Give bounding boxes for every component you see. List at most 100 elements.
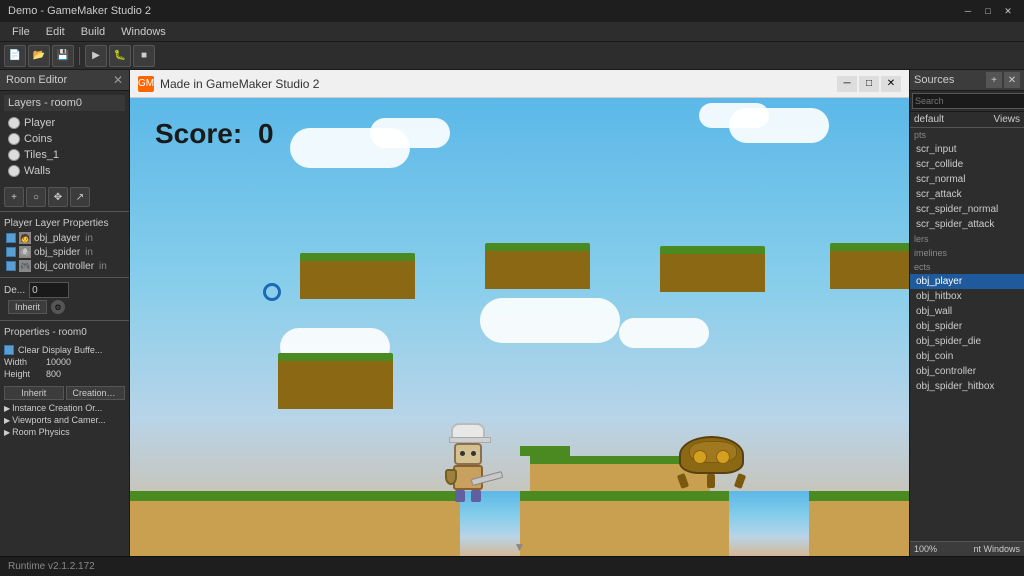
player-character	[440, 423, 495, 488]
resource-obj-spider-hitbox[interactable]: obj_spider_hitbox	[910, 379, 1024, 394]
game-title-text: Made in GameMaker Studio 2	[160, 77, 831, 91]
layer-player[interactable]: Player	[4, 115, 125, 131]
plp-obj-player[interactable]: 🧑 obj_player in	[4, 231, 125, 245]
layer-tool-circle[interactable]: ○	[26, 187, 46, 207]
left-panel: Room Editor ✕ Layers - room0 Player Coin…	[0, 70, 130, 556]
cloud-4	[699, 103, 769, 128]
layer-tools: + ○ ✥ ↗	[0, 183, 129, 211]
views-label: Views	[994, 114, 1021, 125]
resource-scr-spider-attack[interactable]: scr_spider_attack	[910, 217, 1024, 232]
layer-coins[interactable]: Coins	[4, 131, 125, 147]
cloud-2	[370, 118, 450, 148]
platform-5-body	[278, 361, 393, 409]
clear-display-cb[interactable]	[4, 345, 14, 355]
resource-scr-attack[interactable]: scr_attack	[910, 187, 1024, 202]
objects-label: ects	[910, 260, 1024, 274]
inherit-bottom-button[interactable]: Inherit	[4, 386, 64, 400]
resource-obj-player[interactable]: obj_player	[910, 274, 1024, 289]
game-minimize-button[interactable]: ─	[837, 76, 857, 92]
cloud-6	[619, 318, 709, 348]
score-label: Score:	[155, 118, 242, 149]
resource-obj-spider-die[interactable]: obj_spider_die	[910, 334, 1024, 349]
game-maximize-button[interactable]: □	[859, 76, 879, 92]
platform-1-body	[300, 261, 415, 299]
toolbar-new[interactable]: 📄	[4, 45, 26, 67]
player-leg-right	[471, 490, 481, 502]
clear-display-row: Clear Display Buffe...	[4, 344, 125, 356]
platform-1	[300, 253, 415, 299]
plp-cb-spider[interactable]	[6, 247, 16, 257]
toolbar-open[interactable]: 📂	[28, 45, 50, 67]
inherit-row: Inherit ⚙	[4, 298, 125, 316]
game-close-button[interactable]: ✕	[881, 76, 901, 92]
platform-3	[660, 246, 765, 292]
plp-obj-controller[interactable]: 🎮 obj_controller in	[4, 259, 125, 273]
depth-input[interactable]	[29, 282, 69, 298]
toolbar-stop[interactable]: ■	[133, 45, 155, 67]
platform-4-top	[830, 243, 909, 251]
layer-tool-move[interactable]: ✥	[48, 187, 68, 207]
resources-add-button[interactable]: +	[986, 72, 1002, 88]
height-row: Height 800	[4, 368, 125, 380]
layer-tool-arrow[interactable]: ↗	[70, 187, 90, 207]
resources-close-button[interactable]: ✕	[1004, 72, 1020, 88]
game-scroll-arrow[interactable]: ▼	[514, 540, 526, 554]
inherit-button[interactable]: Inherit	[8, 300, 47, 314]
menu-build[interactable]: Build	[73, 22, 113, 41]
layers-title: Layers - room0	[4, 95, 125, 111]
layer-dot-tiles	[8, 149, 20, 161]
menu-windows[interactable]: Windows	[113, 22, 174, 41]
toolbar-run[interactable]: ▶	[85, 45, 107, 67]
layer-dot-coins	[8, 133, 20, 145]
player-shield	[445, 469, 457, 485]
zoom-level: 100%	[914, 544, 937, 554]
expand-arrow-instance: ▶	[4, 404, 10, 413]
room-physics-item[interactable]: ▶ Room Physics	[0, 426, 129, 438]
close-button[interactable]: ✕	[1000, 3, 1016, 19]
layer-tool-add[interactable]: +	[4, 187, 24, 207]
enemy-legs	[669, 474, 754, 488]
app-title: Demo - GameMaker Studio 2	[8, 5, 151, 17]
resources-search-input[interactable]	[912, 93, 1024, 109]
creation-button[interactable]: Creation C...	[66, 386, 126, 400]
layer-player-label: Player	[24, 117, 55, 129]
resource-scr-spider-normal[interactable]: scr_spider_normal	[910, 202, 1024, 217]
resource-obj-hitbox[interactable]: obj_hitbox	[910, 289, 1024, 304]
game-window: GM Made in GameMaker Studio 2 ─ □ ✕	[130, 70, 909, 556]
plp-spider-name: obj_spider	[34, 247, 80, 258]
toolbar-save[interactable]: 💾	[52, 45, 74, 67]
resource-obj-spider[interactable]: obj_spider	[910, 319, 1024, 334]
properties-title: Properties - room0	[4, 325, 125, 340]
room-editor-close[interactable]: ✕	[113, 73, 123, 87]
plp-cb-player[interactable]	[6, 233, 16, 243]
resource-scr-collide[interactable]: scr_collide	[910, 157, 1024, 172]
width-row: Width 10000	[4, 356, 125, 368]
menu-file[interactable]: File	[4, 22, 38, 41]
plp-cb-controller[interactable]	[6, 261, 16, 271]
menu-edit[interactable]: Edit	[38, 22, 73, 41]
layer-tiles[interactable]: Tiles_1	[4, 147, 125, 163]
layer-walls[interactable]: Walls	[4, 163, 125, 179]
viewports-cameras-item[interactable]: ▶ Viewports and Camer...	[0, 414, 129, 426]
enemy-eye-left	[693, 450, 707, 464]
maximize-button[interactable]: □	[980, 3, 996, 19]
resource-scr-input[interactable]: scr_input	[910, 142, 1024, 157]
instance-creation-label: Instance Creation Or...	[12, 403, 102, 413]
instance-creation-item[interactable]: ▶ Instance Creation Or...	[0, 402, 129, 414]
toolbar-debug[interactable]: 🐛	[109, 45, 131, 67]
room-editor-title: Room Editor	[6, 74, 67, 86]
score-display: Score: 0	[155, 118, 274, 150]
plp-icon-player: 🧑	[19, 232, 31, 244]
resource-obj-coin[interactable]: obj_coin	[910, 349, 1024, 364]
plp-title: Player Layer Properties	[4, 216, 125, 231]
minimize-button[interactable]: ─	[960, 3, 976, 19]
resource-obj-wall[interactable]: obj_wall	[910, 304, 1024, 319]
expand-arrow-physics: ▶	[4, 428, 10, 437]
resource-obj-controller[interactable]: obj_controller	[910, 364, 1024, 379]
resource-scr-normal[interactable]: scr_normal	[910, 172, 1024, 187]
menu-bar: File Edit Build Windows	[0, 22, 1024, 42]
plp-obj-spider[interactable]: 🕷 obj_spider in	[4, 245, 125, 259]
platform-5	[278, 353, 393, 409]
settings-icon[interactable]: ⚙	[51, 300, 65, 314]
room-editor-header: Room Editor ✕	[0, 70, 129, 91]
